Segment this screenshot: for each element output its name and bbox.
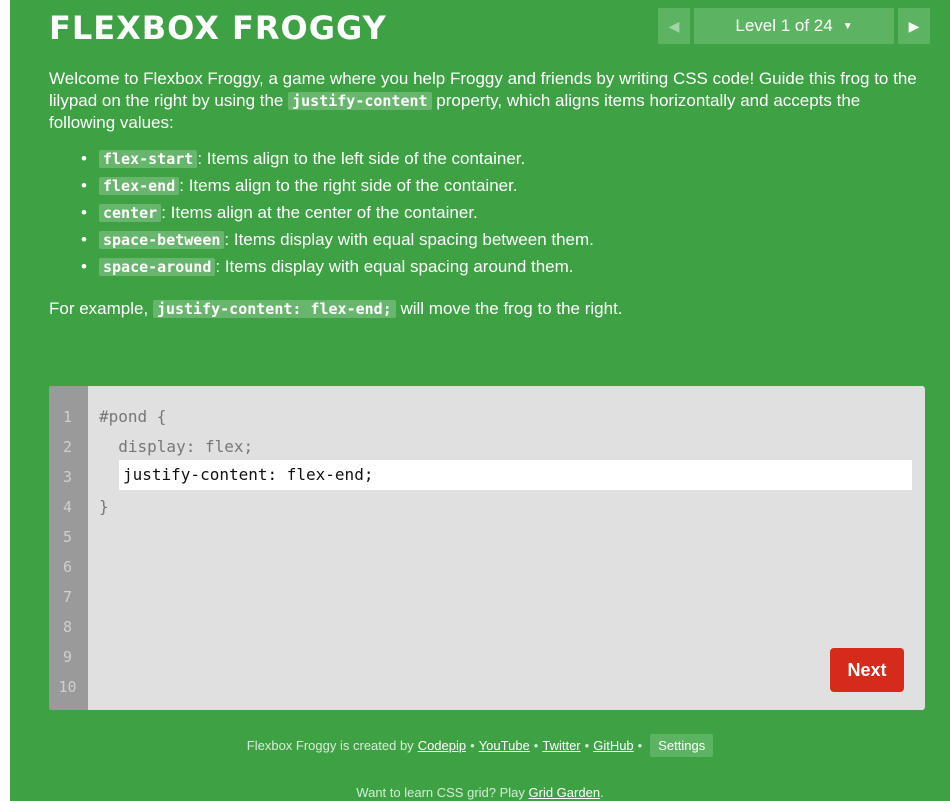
youtube-link[interactable]: YouTube xyxy=(479,738,530,753)
css-code-input[interactable] xyxy=(119,460,912,490)
line-number: 8 xyxy=(62,618,73,636)
previous-level-button[interactable]: ◀ xyxy=(658,8,690,44)
example-text-2: will move the frog to the right. xyxy=(395,299,623,318)
line-number: 7 xyxy=(62,588,73,606)
grid-promo-suffix: . xyxy=(600,785,604,800)
example-code: justify-content: flex-end; xyxy=(152,300,396,318)
code-line-2: display: flex; xyxy=(99,437,254,456)
code-line-4: } xyxy=(99,497,109,516)
github-link[interactable]: GitHub xyxy=(593,738,633,753)
property-code: justify-content xyxy=(288,92,432,110)
next-button[interactable]: Next xyxy=(830,648,904,692)
value-code: flex-start xyxy=(99,150,198,168)
list-item: space-around: Items display with equal s… xyxy=(81,256,929,278)
created-by-text: Flexbox Froggy is created by xyxy=(246,738,414,753)
arrow-left-icon: ◀ xyxy=(668,17,680,34)
list-item: flex-end: Items align to the right side … xyxy=(81,175,929,197)
value-description: : Items align to the left side of the co… xyxy=(197,149,526,168)
line-number: 1 xyxy=(62,408,73,426)
level-dropdown[interactable]: Level 1 of 24 ▼ xyxy=(694,8,894,44)
grid-promo-text: Want to learn CSS grid? Play xyxy=(356,785,529,800)
credits-footer: Flexbox Froggy is created by Codepip • Y… xyxy=(10,734,950,757)
example-paragraph: For example, justify-content: flex-end; … xyxy=(49,298,929,320)
level-label: Level 1 of 24 xyxy=(735,16,833,35)
value-code: space-around xyxy=(99,258,216,276)
line-number-gutter: 1 2 3 4 5 6 7 8 9 10 xyxy=(49,386,88,710)
value-code: flex-end xyxy=(99,177,180,195)
arrow-right-icon: ▶ xyxy=(908,17,920,34)
grid-garden-promo: Want to learn CSS grid? Play Grid Garden… xyxy=(10,785,950,800)
instructions: Welcome to Flexbox Froggy, a game where … xyxy=(49,68,929,320)
list-item: space-between: Items display with equal … xyxy=(81,229,929,251)
caret-down-icon: ▼ xyxy=(842,20,853,32)
game-title: FLEXBOX FROGGY xyxy=(49,9,387,47)
line-number: 5 xyxy=(62,528,73,546)
list-item: flex-start: Items align to the left side… xyxy=(81,148,929,170)
next-level-button[interactable]: ▶ xyxy=(898,8,930,44)
level-navigation: ◀ Level 1 of 24 ▼ ▶ xyxy=(658,8,930,44)
value-description: : Items display with equal spacing aroun… xyxy=(215,257,574,276)
value-description: : Items align at the center of the conta… xyxy=(161,203,478,222)
code-line-1: #pond { xyxy=(99,407,167,426)
code-editor: 1 2 3 4 5 6 7 8 9 10 #pond { display: fl… xyxy=(49,386,925,710)
intro-paragraph: Welcome to Flexbox Froggy, a game where … xyxy=(49,68,929,134)
line-number: 3 xyxy=(62,468,73,486)
values-list: flex-start: Items align to the left side… xyxy=(81,148,929,278)
line-number: 4 xyxy=(62,498,73,516)
value-code: space-between xyxy=(99,231,225,249)
line-number: 2 xyxy=(62,438,73,456)
separator: • xyxy=(637,738,643,753)
separator: • xyxy=(533,738,539,753)
grid-garden-link[interactable]: Grid Garden xyxy=(529,785,601,800)
separator: • xyxy=(470,738,475,753)
example-text: For example, xyxy=(49,299,153,318)
list-item: center: Items align at the center of the… xyxy=(81,202,929,224)
value-description: : Items display with equal spacing betwe… xyxy=(224,230,594,249)
line-number: 10 xyxy=(58,678,77,696)
separator: • xyxy=(584,738,590,753)
game-panel: FLEXBOX FROGGY ◀ Level 1 of 24 ▼ ▶ Welco… xyxy=(10,0,950,801)
settings-button[interactable]: Settings xyxy=(650,734,714,757)
line-number: 9 xyxy=(62,648,73,666)
twitter-link[interactable]: Twitter xyxy=(542,738,580,753)
codepip-link[interactable]: Codepip xyxy=(418,738,466,753)
value-code: center xyxy=(99,204,162,222)
line-number: 6 xyxy=(62,558,73,576)
value-description: : Items align to the right side of the c… xyxy=(179,176,518,195)
